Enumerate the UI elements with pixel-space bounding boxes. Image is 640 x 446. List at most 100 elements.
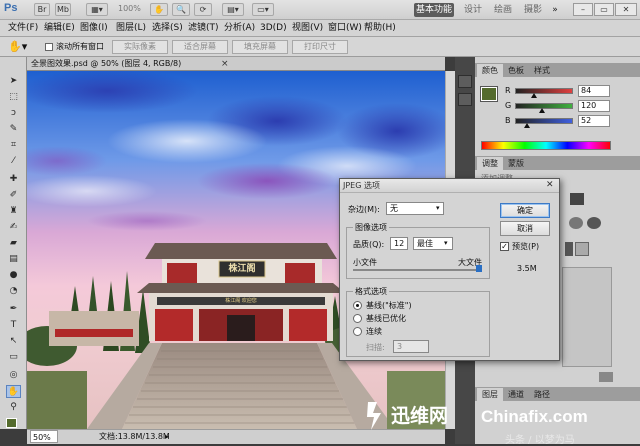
format-baseline-radio[interactable] [353, 301, 362, 310]
scroll-all-checkbox[interactable] [45, 43, 53, 51]
arrange-documents-icon[interactable]: ▤▾ [222, 3, 244, 16]
adjust-footer-icons[interactable] [599, 372, 613, 382]
title-bar: Ps Br Mb ▦▾ 100% ✋ 🔍 ⟳ ▤▾ ▭▾ 基本功能 设计 绘画 … [0, 0, 640, 20]
menu-image[interactable]: 图像(I) [80, 22, 108, 35]
rotate-view-icon[interactable]: ⟳ [194, 3, 212, 16]
pen-tool-icon[interactable]: ✒ [6, 303, 21, 316]
crop-tool-icon[interactable]: ⌗ [6, 139, 21, 152]
format-progressive-radio[interactable] [353, 327, 362, 336]
tab-swatches[interactable]: 色板 [503, 64, 529, 77]
workspace-design[interactable]: 设计 [460, 3, 486, 17]
format-baseline-optimized-radio[interactable] [353, 314, 362, 323]
rgb-slider-r[interactable] [515, 88, 573, 94]
foreground-color-swatch[interactable] [6, 418, 17, 428]
tab-color[interactable]: 颜色 [477, 64, 503, 77]
move-tool-icon[interactable]: ➤ [6, 75, 21, 88]
zoom-tool-icon[interactable]: ⚲ [6, 401, 21, 414]
rgb-thumb-g[interactable] [539, 108, 546, 113]
image-options-label: 图像选项 [353, 222, 389, 233]
clone-stamp-tool-icon[interactable]: ♜ [6, 205, 21, 218]
rgb-thumb-b[interactable] [523, 123, 530, 128]
menu-window[interactable]: 窗口(W) [328, 22, 362, 35]
minimize-button[interactable]: – [573, 3, 593, 16]
format-baseline-optimized-label: 基线已优化 [366, 314, 406, 323]
rgb-row-r: R 84 [475, 85, 640, 98]
dialog-close-icon[interactable]: ✕ [546, 180, 554, 190]
history-panel-icon[interactable] [458, 75, 472, 88]
status-menu-arrow-icon[interactable]: ▸ [165, 430, 169, 443]
cancel-button[interactable]: 取消 [500, 221, 550, 236]
rgb-value-b[interactable]: 52 [578, 115, 610, 127]
rgb-thumb-r[interactable] [531, 93, 538, 98]
document-tab[interactable]: 全景图效果.psd @ 50% (图层 4, RGB/8) × [27, 57, 445, 71]
adjust-presets-list[interactable] [562, 267, 612, 367]
preview-checkbox[interactable]: ✓ [500, 242, 509, 251]
marquee-tool-icon[interactable]: ⬚ [6, 91, 21, 104]
workspace-painting[interactable]: 绘画 [490, 3, 516, 17]
menu-layer[interactable]: 图层(L) [116, 22, 146, 35]
brush-tool-icon[interactable]: ✐ [6, 189, 21, 202]
maximize-button[interactable]: ▭ [594, 3, 614, 16]
bridge-icon[interactable]: Br [34, 3, 50, 16]
hand-mini-icon[interactable]: ✋ [150, 3, 168, 16]
view-extras-icon[interactable]: ▦▾ [86, 3, 108, 16]
adjust-vibrance-icon[interactable] [569, 217, 583, 229]
hand-tool-preset-icon[interactable]: ✋▾ [8, 40, 27, 53]
adjust-invert-icon[interactable] [575, 242, 589, 256]
menu-filter[interactable]: 滤镜(T) [188, 22, 219, 35]
dodge-tool-icon[interactable]: ◔ [6, 285, 21, 298]
type-tool-icon[interactable]: T [6, 319, 21, 332]
rgb-row-g: G 120 [475, 100, 640, 113]
blur-tool-icon[interactable]: ● [6, 269, 21, 282]
zoom-level[interactable]: 100% [118, 3, 141, 16]
workspace-photography[interactable]: 摄影 [520, 3, 546, 17]
quality-input[interactable]: 12 [390, 237, 408, 250]
scans-select[interactable]: 3 [393, 340, 429, 353]
print-size-button[interactable]: 打印尺寸 [292, 40, 348, 54]
quality-slider-thumb[interactable] [476, 265, 482, 272]
menu-edit[interactable]: 编辑(E) [44, 22, 75, 35]
lasso-tool-icon[interactable]: ↄ [6, 107, 21, 120]
menu-view[interactable]: 视图(V) [292, 22, 323, 35]
screen-mode-icon[interactable]: ▭▾ [252, 3, 274, 16]
watermark: 迅维网 Chinafix.com 头条 / 以梦为马 [365, 400, 640, 446]
actual-pixels-button[interactable]: 实际像素 [112, 40, 168, 54]
menu-file[interactable]: 文件(F) [8, 22, 38, 35]
healing-brush-tool-icon[interactable]: ✚ [6, 173, 21, 186]
gradient-tool-icon[interactable]: ▤ [6, 253, 21, 266]
adjust-bw-icon[interactable] [565, 242, 573, 256]
history-brush-tool-icon[interactable]: ✍ [6, 221, 21, 234]
hand-tool-icon[interactable]: ✋ [6, 385, 21, 398]
eraser-tool-icon[interactable]: ▰ [6, 237, 21, 250]
quick-select-tool-icon[interactable]: ✎ [6, 123, 21, 136]
eyedropper-tool-icon[interactable]: ⁄ [6, 155, 21, 168]
actions-panel-icon[interactable] [458, 93, 472, 106]
workspace-more-button[interactable]: » [549, 3, 561, 17]
menu-select[interactable]: 选择(S) [152, 22, 183, 35]
zoom-mini-icon[interactable]: 🔍 [172, 3, 190, 16]
fit-screen-button[interactable]: 适合屏幕 [172, 40, 228, 54]
menu-analysis[interactable]: 分析(A) [224, 22, 255, 35]
minibridge-icon[interactable]: Mb [55, 3, 71, 16]
color-ramp[interactable] [481, 141, 611, 150]
fill-screen-button[interactable]: 填充屏幕 [232, 40, 288, 54]
tab-masks[interactable]: 蒙版 [503, 157, 529, 170]
ok-button[interactable]: 确定 [500, 203, 550, 218]
workspace-essentials[interactable]: 基本功能 [414, 3, 454, 17]
3d-rotate-tool-icon[interactable]: ◎ [6, 369, 21, 382]
path-select-tool-icon[interactable]: ↖ [6, 335, 21, 348]
menu-3d[interactable]: 3D(D) [260, 22, 287, 35]
rgb-value-r[interactable]: 84 [578, 85, 610, 97]
preview-label: 预览(P) [512, 242, 540, 251]
quality-slider-track[interactable] [353, 269, 479, 271]
tab-styles[interactable]: 样式 [529, 64, 555, 77]
adjust-levels-icon[interactable] [570, 193, 584, 205]
tab-adjustments[interactable]: 调整 [477, 157, 503, 170]
zoom-field[interactable]: 50% [30, 430, 58, 443]
document-tab-close-icon[interactable]: × [221, 58, 229, 70]
menu-help[interactable]: 帮助(H) [364, 22, 396, 35]
close-button[interactable]: ✕ [615, 3, 637, 16]
rgb-value-g[interactable]: 120 [578, 100, 610, 112]
adjust-hue-icon[interactable] [587, 217, 601, 229]
shape-tool-icon[interactable]: ▭ [6, 351, 21, 364]
